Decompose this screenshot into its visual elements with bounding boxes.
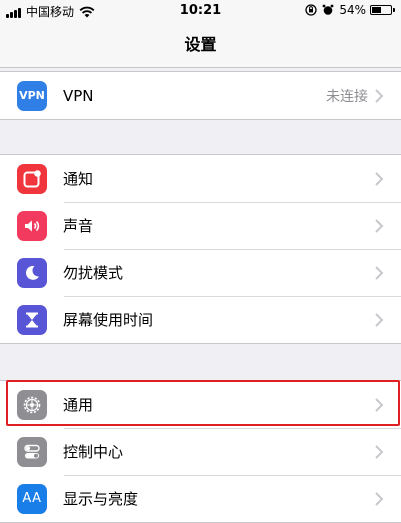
settings-row-control-center[interactable]: 控制中心	[0, 428, 401, 475]
chevron-right-icon	[375, 265, 384, 280]
row-label: 通知	[63, 170, 94, 188]
chevron-right-icon	[375, 218, 384, 233]
chevron-right-icon	[375, 171, 384, 186]
sound-icon	[17, 210, 47, 241]
row-label: 勿扰模式	[63, 264, 124, 282]
row-label: 屏幕使用时间	[63, 311, 154, 329]
chevron-right-icon	[375, 491, 384, 506]
settings-row-general[interactable]: 通用	[0, 381, 401, 428]
chevron-right-icon	[375, 88, 384, 103]
alarm-icon	[322, 4, 334, 15]
row-detail-value: 未连接	[326, 88, 368, 105]
orientation-lock-icon	[305, 4, 317, 16]
row-label: 控制中心	[63, 443, 124, 461]
status-bar: 中国移动 10:21 54%	[0, 0, 401, 22]
settings-group-network: VPN VPN 未连接	[0, 71, 401, 120]
display-brightness-icon: AA	[17, 483, 47, 514]
battery-percentage: 54%	[339, 3, 366, 17]
moon-icon	[17, 257, 47, 288]
settings-row-do-not-disturb[interactable]: 勿扰模式	[0, 249, 401, 296]
chevron-right-icon	[375, 444, 384, 459]
chevron-right-icon	[375, 397, 384, 412]
notifications-icon	[17, 163, 47, 194]
battery-tip	[393, 8, 395, 12]
row-label: 通用	[63, 396, 94, 414]
vpn-icon: VPN	[17, 80, 47, 111]
settings-group-notifications: 通知 声音 勿扰模式 屏幕使用时间	[0, 154, 401, 344]
settings-row-display-brightness[interactable]: AA 显示与亮度	[0, 475, 401, 522]
settings-group-general: 通用 控制中心 AA 显示与亮度	[0, 380, 401, 523]
settings-row-notifications[interactable]: 通知	[0, 155, 401, 202]
battery-icon	[370, 5, 392, 15]
page-title: 设置	[184, 35, 217, 54]
row-label: 声音	[63, 217, 94, 235]
gear-icon	[17, 389, 47, 420]
settings-row-sound[interactable]: 声音	[0, 202, 401, 249]
status-right: 54%	[300, 3, 395, 17]
settings-row-screen-time[interactable]: 屏幕使用时间	[0, 296, 401, 343]
row-label: VPN	[63, 86, 94, 105]
chevron-right-icon	[375, 312, 384, 327]
toggles-icon	[17, 436, 47, 467]
navigation-bar: 设置	[0, 22, 401, 68]
hourglass-icon	[17, 304, 47, 335]
settings-row-vpn[interactable]: VPN VPN 未连接	[0, 72, 401, 119]
